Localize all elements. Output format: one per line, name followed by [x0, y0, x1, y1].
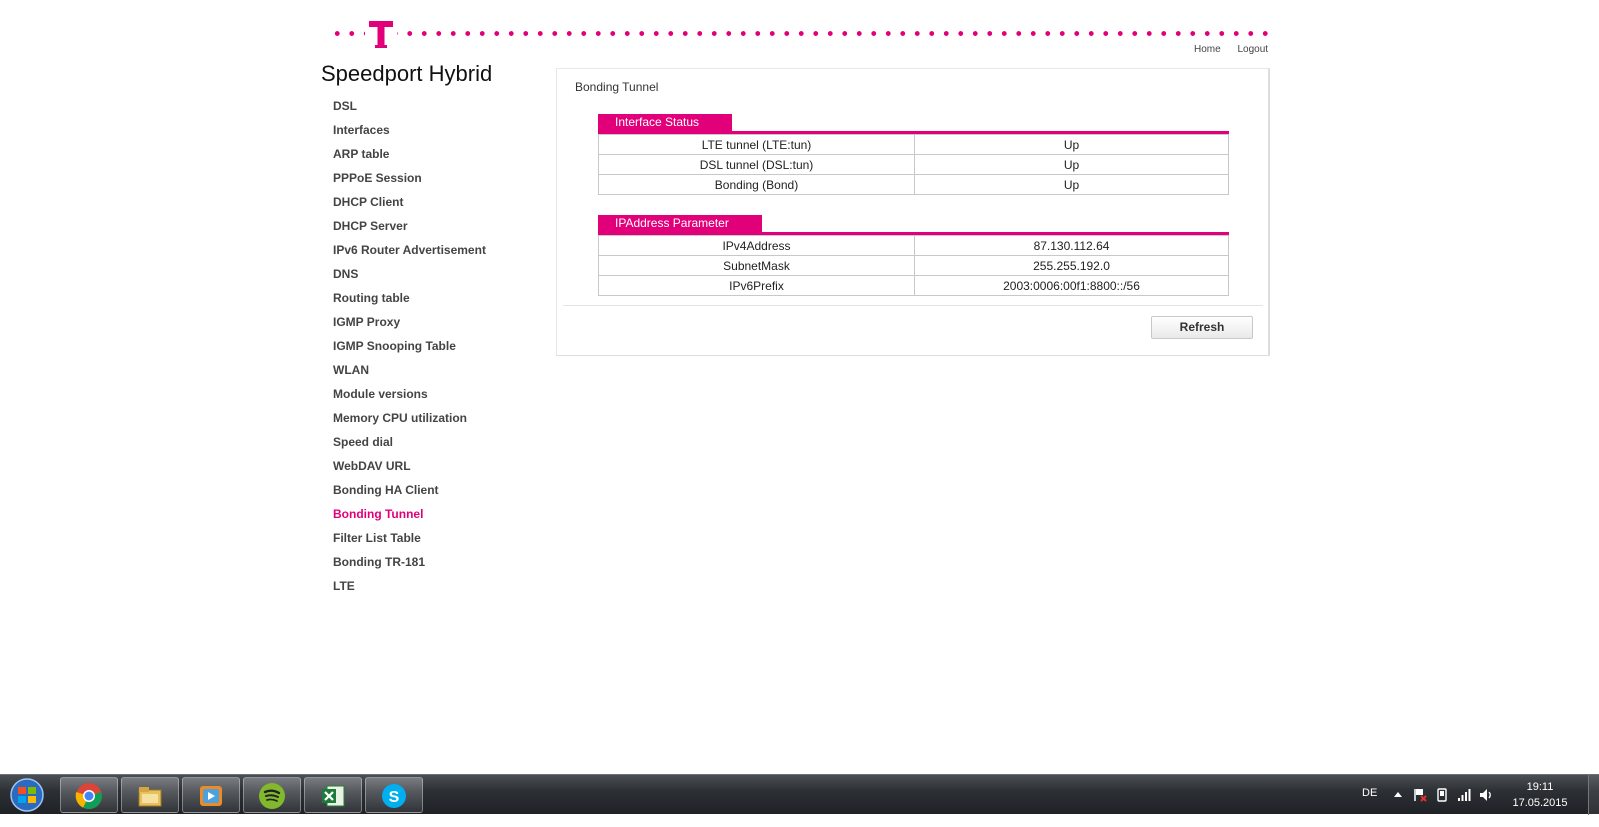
language-indicator[interactable]: DE — [1362, 787, 1377, 827]
table-row: SubnetMask 255.255.192.0 — [598, 255, 1229, 276]
media-player-taskbar-button[interactable] — [182, 777, 240, 813]
interface-status-heading: Interface Status — [598, 114, 733, 131]
row-value: Up — [914, 174, 1229, 195]
brand-title: Speedport Hybrid — [321, 61, 493, 86]
sidebar-item-bonding-tunnel[interactable]: Bonding Tunnel — [333, 505, 543, 529]
row-value: 255.255.192.0 — [914, 255, 1229, 276]
device-icon[interactable] — [1434, 787, 1450, 803]
system-clock[interactable]: 19:11 17.05.2015 — [1500, 779, 1580, 811]
row-key: DSL tunnel (DSL:tun) — [598, 154, 915, 175]
start-button[interactable] — [5, 777, 49, 813]
sidebar-item-module-versions[interactable]: Module versions — [333, 385, 543, 409]
table-row: IPv4Address 87.130.112.64 — [598, 235, 1229, 256]
row-value: 2003:0006:00f1:8800::/56 — [914, 275, 1229, 296]
sidebar-item-lte[interactable]: LTE — [333, 577, 543, 601]
chrome-taskbar-button[interactable] — [60, 777, 118, 813]
sidebar-item-igmp-proxy[interactable]: IGMP Proxy — [333, 313, 543, 337]
spotify-taskbar-button[interactable] — [243, 777, 301, 813]
table-row: Bonding (Bond) Up — [598, 174, 1229, 195]
ip-parameter-section: IPAddress Parameter IPv4Address 87.130.1… — [598, 214, 1229, 296]
sidebar-item-bonding-tr-181[interactable]: Bonding TR-181 — [333, 553, 543, 577]
sidebar-item-ipv6-router-advertisement[interactable]: IPv6 Router Advertisement — [333, 241, 543, 265]
interface-status-table: LTE tunnel (LTE:tun) Up DSL tunnel (DSL:… — [598, 134, 1229, 195]
network-signal-icon[interactable] — [1456, 787, 1472, 803]
sidebar-nav: DSL Interfaces ARP table PPPoE Session D… — [333, 97, 543, 601]
sidebar-item-dsl[interactable]: DSL — [333, 97, 543, 121]
home-link[interactable]: Home — [1194, 44, 1221, 55]
sidebar-item-speed-dial[interactable]: Speed dial — [333, 433, 543, 457]
header-dotted-line — [330, 31, 1274, 36]
skype-taskbar-button[interactable]: S — [365, 777, 423, 813]
telekom-logo — [365, 17, 397, 51]
sidebar-item-interfaces[interactable]: Interfaces — [333, 121, 543, 145]
row-key: Bonding (Bond) — [598, 174, 915, 195]
refresh-button[interactable]: Refresh — [1151, 316, 1253, 339]
table-row: IPv6Prefix 2003:0006:00f1:8800::/56 — [598, 275, 1229, 296]
ip-parameter-table: IPv4Address 87.130.112.64 SubnetMask 255… — [598, 235, 1229, 296]
volume-icon[interactable] — [1478, 787, 1494, 803]
table-row: LTE tunnel (LTE:tun) Up — [598, 134, 1229, 155]
sidebar-item-dhcp-client[interactable]: DHCP Client — [333, 193, 543, 217]
row-value: Up — [914, 154, 1229, 175]
row-key: SubnetMask — [598, 255, 915, 276]
sidebar-item-webdav-url[interactable]: WebDAV URL — [333, 457, 543, 481]
sidebar-item-igmp-snooping-table[interactable]: IGMP Snooping Table — [333, 337, 543, 361]
row-value: Up — [914, 134, 1229, 155]
clock-time: 19:11 — [1526, 781, 1554, 793]
ip-parameter-heading: IPAddress Parameter — [598, 215, 762, 232]
action-center-icon[interactable] — [1412, 787, 1428, 803]
interface-status-section: Interface Status LTE tunnel (LTE:tun) Up… — [598, 113, 1229, 195]
sidebar-item-filter-list-table[interactable]: Filter List Table — [333, 529, 543, 553]
sidebar-item-dhcp-server[interactable]: DHCP Server — [333, 217, 543, 241]
excel-taskbar-button[interactable] — [304, 777, 362, 813]
main-panel: Bonding Tunnel Interface Status LTE tunn… — [556, 68, 1270, 356]
logout-link[interactable]: Logout — [1237, 44, 1268, 55]
row-key: LTE tunnel (LTE:tun) — [598, 134, 915, 155]
svg-text:S: S — [389, 789, 400, 806]
top-links: Home Logout — [1180, 44, 1268, 55]
windows-taskbar: S DE 19:11 17.05.2015 — [0, 774, 1599, 815]
page-title: Bonding Tunnel — [575, 80, 659, 94]
row-key: IPv6Prefix — [598, 275, 915, 296]
clock-date: 17.05.2015 — [1512, 797, 1568, 809]
sidebar-item-wlan[interactable]: WLAN — [333, 361, 543, 385]
sidebar-item-bonding-ha-client[interactable]: Bonding HA Client — [333, 481, 543, 505]
show-desktop-button[interactable] — [1588, 775, 1599, 815]
sidebar-item-pppoe-session[interactable]: PPPoE Session — [333, 169, 543, 193]
panel-divider — [563, 305, 1263, 306]
table-row: DSL tunnel (DSL:tun) Up — [598, 154, 1229, 175]
sidebar-item-routing-table[interactable]: Routing table — [333, 289, 543, 313]
chevron-up-icon[interactable] — [1390, 787, 1406, 803]
sidebar-item-arp-table[interactable]: ARP table — [333, 145, 543, 169]
sidebar-item-dns[interactable]: DNS — [333, 265, 543, 289]
row-key: IPv4Address — [598, 235, 915, 256]
explorer-taskbar-button[interactable] — [121, 777, 179, 813]
row-value: 87.130.112.64 — [914, 235, 1229, 256]
sidebar-item-memory-cpu-utilization[interactable]: Memory CPU utilization — [333, 409, 543, 433]
